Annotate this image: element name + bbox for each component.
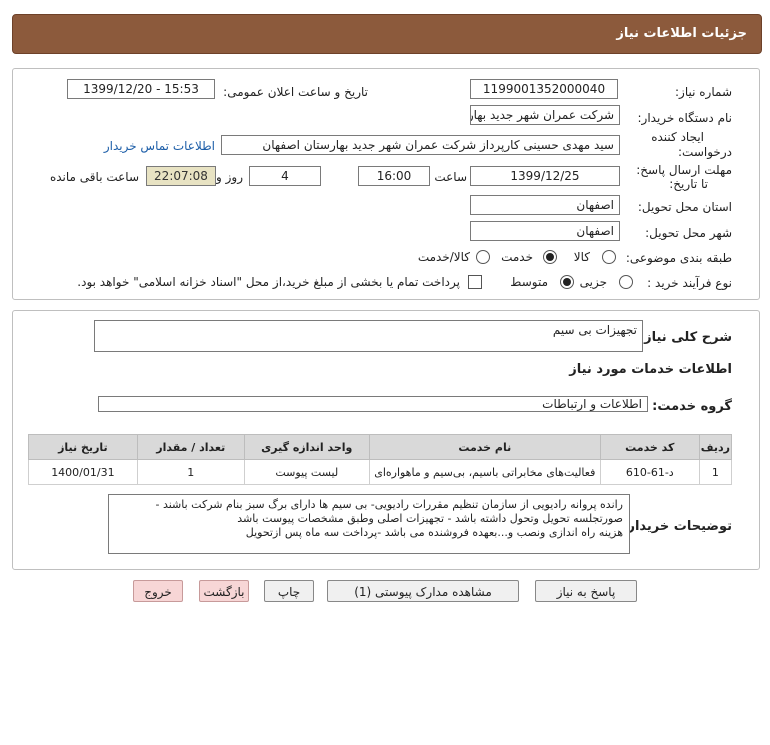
print-button[interactable]: چاپ [264,580,314,602]
deadline-time-field: 16:00 [358,166,430,186]
cell-row: 1 [698,459,733,485]
view-attachments-button[interactable]: مشاهده مدارک پیوستی (1) [327,580,519,602]
contact-buyer-link[interactable]: اطلاعات تماس خریدار [104,139,215,153]
general-desc-label: شرح کلی نیاز: [638,330,732,345]
cell-unit: لیست پیوست [243,459,370,485]
days-field: 4 [249,166,321,186]
table-row: 1 د-61-610 فعالیت‌های مخابراتی باسیم، بی… [28,459,733,485]
services-table: ردیف کد خدمت نام خدمت واحد اندازه گیری ت… [28,434,733,485]
col-quantity: تعداد / مقدار [136,434,245,460]
creator-field: سید مهدی حسینی کارپرداز شرکت عمران شهر ج… [221,135,620,155]
announce-label: تاریخ و ساعت اعلان عمومی: [223,85,368,99]
cell-service-code: د-61-610 [599,459,700,485]
buyer-field: شرکت عمران شهر جدید بهارستان اصفهان [470,105,620,125]
col-need-date: تاریخ نیاز [28,434,138,460]
deadline-time-label: ساعت [434,170,467,184]
remaining-label: ساعت باقی مانده [49,170,139,184]
category-radio-service[interactable] [543,250,557,264]
process-radio-minor[interactable] [619,275,633,289]
treasury-payment-checkbox[interactable] [468,275,482,289]
page-header: جزئیات اطلاعات نیاز [12,14,762,54]
process-label: نوع فرآیند خرید : [647,276,732,290]
city-field: اصفهان [470,221,620,241]
category-radio-goods[interactable] [602,250,616,264]
col-service-code: کد خدمت [599,434,700,460]
buyer-label: نام دستگاه خریدار: [637,111,733,125]
deadline-date-field: 1399/12/25 [470,166,620,186]
service-group-field: اطلاعات و ارتباطات [98,396,648,412]
deadline-label-2: تا تاریخ: [669,177,708,191]
process-radio-medium[interactable] [560,275,574,289]
col-row: ردیف [698,434,733,460]
need-number-field: 1199001352000040 [470,79,618,99]
services-table-header: ردیف کد خدمت نام خدمت واحد اندازه گیری ت… [28,434,733,460]
remaining-time-field: 22:07:08 [146,166,216,186]
cell-quantity: 1 [136,459,245,485]
need-number-label: شماره نیاز: [675,85,732,99]
process-option-medium: متوسط [510,275,548,289]
city-label: شهر محل تحویل: [645,226,732,240]
buyer-notes-label: توضیحات خریدار: [622,519,732,534]
cell-need-date: 1400/01/31 [28,459,138,485]
days-label: روز و [216,170,243,184]
cell-service-name: فعالیت‌های مخابراتی باسیم، بی‌سیم و ماهو… [368,459,601,485]
reply-button[interactable]: پاسخ به نیاز [535,580,637,602]
col-unit: واحد اندازه گیری [243,434,370,460]
category-option-goods-service: کالا/خدمت [417,250,470,264]
services-info-title: اطلاعات خدمات مورد نیاز [569,362,732,377]
col-service-name: نام خدمت [368,434,601,460]
province-field: اصفهان [470,195,620,215]
deadline-label-1: مهلت ارسال پاسخ: [636,163,732,177]
exit-button[interactable]: خروج [133,580,183,602]
buyer-notes-field: رانده پروانه رادیویی از سازمان تنظیم مقر… [108,494,630,554]
announce-field: 1399/12/20 - 15:53 [67,79,215,99]
back-button[interactable]: بازگشت [199,580,249,602]
creator-label-2: درخواست: [678,145,732,159]
category-label: طبقه بندی موضوعی: [625,251,732,265]
category-option-goods: کالا [573,250,590,264]
process-option-minor: جزیی [579,275,607,289]
service-group-label: گروه خدمت: [652,399,732,414]
category-radio-goods-service[interactable] [476,250,490,264]
province-label: استان محل تحویل: [637,200,732,214]
page-title: جزئیات اطلاعات نیاز [616,26,747,41]
buyer-notes-line: صورتجلسه تحویل وتحول داشته باشد - تجهیزا… [237,512,623,525]
creator-label-1: ایجاد کننده [651,130,704,144]
category-option-service: خدمت [501,250,533,264]
buyer-notes-line: رانده پروانه رادیویی از سازمان تنظیم مقر… [155,498,624,511]
general-desc-field: تجهیزات بی سیم [94,320,643,352]
buyer-notes-line: هزینه راه اندازی ونصب و...بعهده فروشنده … [245,526,623,539]
treasury-payment-note: پرداخت تمام یا بخشی از مبلغ خرید،از محل … [77,275,460,289]
